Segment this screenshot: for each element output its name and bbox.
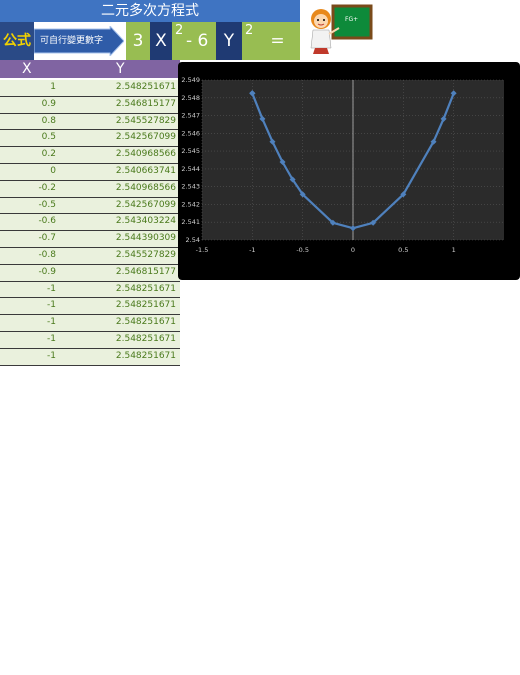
cell-x[interactable]: -0.5: [0, 198, 56, 213]
exponent-x[interactable]: 2: [175, 22, 183, 40]
y-tick-label: 2.541: [181, 218, 200, 226]
exponent-minus-group: 2 - 6: [172, 22, 216, 60]
cell-y[interactable]: 2.546815177: [60, 97, 176, 112]
cell-x[interactable]: 1: [0, 80, 56, 95]
y-tick-label: 2.549: [181, 76, 200, 84]
x-tick-label: -1: [249, 246, 255, 254]
hint-text: 可自行變更數字: [40, 36, 104, 46]
cell-x[interactable]: -0.9: [0, 265, 56, 280]
y-tick-label: 2.54: [186, 236, 200, 244]
board-text: FG+: [345, 16, 358, 23]
chart-svg: 2.54 2.541 2.542 2.543 2.544 2.545 2.546 2.547 2…: [181, 76, 504, 254]
cell-x[interactable]: 0.8: [0, 114, 56, 129]
formula-row: 公式 可自行變更數字 3 X 2 - 6 Y 2 = 250: [0, 22, 300, 89]
cell-x[interactable]: 0.2: [0, 147, 56, 162]
table-row: -0.2 2.540968566: [0, 180, 180, 198]
table-row: -0.7 2.544390309: [0, 231, 180, 248]
cell-y[interactable]: 2.540968566: [60, 147, 176, 162]
variable-y: Y: [216, 22, 242, 60]
table-header: X Y: [0, 60, 180, 78]
cell-y[interactable]: 2.540663741: [60, 164, 176, 179]
teacher-illustration: FG+: [305, 4, 375, 58]
table-row: 1 2.548251671: [0, 80, 180, 97]
table-row: -1 2.548251671: [0, 331, 180, 349]
parabola-chart: 2.54 2.541 2.542 2.543 2.544 2.545 2.546 2.547 2…: [178, 62, 520, 280]
table-row: -1 2.548251671: [0, 315, 180, 332]
minus-coefficient-y[interactable]: - 6: [186, 22, 208, 60]
cell-y[interactable]: 2.543403224: [60, 214, 176, 229]
cell-y[interactable]: 2.542567099: [60, 198, 176, 213]
coefficient-x[interactable]: 3: [126, 22, 150, 60]
y-tick-label: 2.546: [181, 129, 200, 137]
y-tick-label: 2.543: [181, 183, 200, 191]
cell-x[interactable]: 0.5: [0, 130, 56, 145]
table-row: 0.9 2.546815177: [0, 96, 180, 114]
x-tick-label: 0.5: [398, 246, 408, 254]
cell-x[interactable]: -1: [0, 315, 56, 330]
table-row: -1 2.548251671: [0, 298, 180, 316]
cell-y[interactable]: 2.548251671: [60, 282, 176, 297]
cell-y[interactable]: 2.548251671: [60, 332, 176, 347]
table-row: -0.6 2.543403224: [0, 214, 180, 232]
y-tick-label: 2.542: [181, 200, 200, 208]
cell-x[interactable]: -0.6: [0, 214, 56, 229]
header-y: Y: [116, 61, 125, 77]
cell-y[interactable]: 2.548251671: [60, 298, 176, 313]
y-tick-label: 2.544: [181, 165, 200, 173]
cell-y[interactable]: 2.542567099: [60, 130, 176, 145]
cell-x[interactable]: -1: [0, 349, 56, 364]
hint-arrow: 可自行變更數字: [34, 26, 124, 56]
cell-x[interactable]: -1: [0, 332, 56, 347]
cell-x[interactable]: -1: [0, 282, 56, 297]
exponent-equals-group: 2 = 250: [242, 22, 300, 89]
cell-x[interactable]: 0: [0, 164, 56, 179]
table-row: -1 2.548251671: [0, 348, 180, 366]
table-row: -0.8 2.545527829: [0, 247, 180, 265]
formula-label: 公式: [0, 22, 34, 60]
x-tick-label: 1: [452, 246, 456, 254]
cell-y[interactable]: 2.545527829: [60, 114, 176, 129]
cell-x[interactable]: -0.8: [0, 248, 56, 263]
table-row: -1 2.548251671: [0, 281, 180, 299]
table-row: 0.8 2.545527829: [0, 113, 180, 131]
data-table: 1 2.548251671 0.9 2.546815177 0.8 2.545527829…: [0, 80, 180, 366]
y-tick-label: 2.547: [181, 112, 200, 120]
x-tick-label: -0.5: [296, 246, 309, 254]
table-row: -0.5 2.542567099: [0, 197, 180, 215]
x-tick-label: 0: [351, 246, 355, 254]
x-tick-label: -1.5: [196, 246, 209, 254]
cell-y[interactable]: 2.546815177: [60, 265, 176, 280]
table-row: -0.9 2.546815177: [0, 264, 180, 282]
cell-y[interactable]: 2.548251671: [60, 349, 176, 364]
variable-x: X: [150, 22, 172, 60]
cell-x[interactable]: -1: [0, 298, 56, 313]
table-row: 0.5 2.542567099: [0, 130, 180, 148]
exponent-y[interactable]: 2: [245, 22, 253, 40]
cell-y[interactable]: 2.548251671: [60, 80, 176, 95]
cell-y[interactable]: 2.545527829: [60, 248, 176, 263]
table-row: 0.2 2.540968566: [0, 147, 180, 164]
cell-x[interactable]: 0.9: [0, 97, 56, 112]
y-tick-label: 2.548: [181, 94, 200, 102]
cell-y[interactable]: 2.544390309: [60, 231, 176, 246]
table-row: 0 2.540663741: [0, 163, 180, 181]
cell-y[interactable]: 2.540968566: [60, 181, 176, 196]
y-tick-label: 2.545: [181, 147, 200, 155]
header-x: X: [22, 61, 32, 77]
cell-x[interactable]: -0.2: [0, 181, 56, 196]
page-title: 二元多次方程式: [0, 0, 300, 22]
cell-y[interactable]: 2.548251671: [60, 315, 176, 330]
cell-x[interactable]: -0.7: [0, 231, 56, 246]
